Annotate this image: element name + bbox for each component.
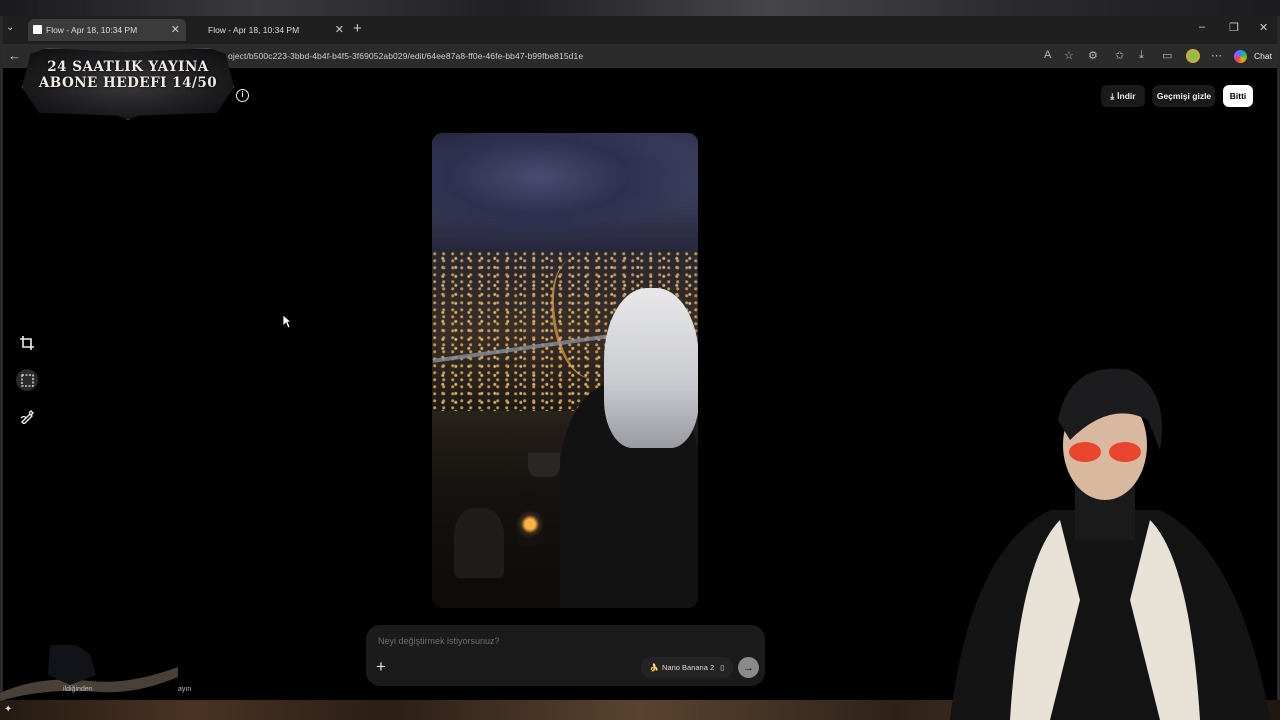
copilot-chat-label[interactable]: Chat: [1254, 51, 1272, 61]
browser-tab-active[interactable]: Flow - Apr 18, 10:34 PM ✕: [28, 19, 186, 41]
send-arrow-button[interactable]: →: [738, 657, 759, 678]
download-label: İndir: [1117, 91, 1136, 101]
image-statue: [454, 508, 504, 578]
address-bar-url[interactable]: oject/b500c223-3bbd-4b4f-b4f5-3f69052ab0…: [228, 51, 583, 61]
mouse-cursor-icon: [282, 314, 292, 329]
image-sky: [432, 133, 698, 243]
minimize-window-icon[interactable]: –: [1199, 21, 1205, 33]
crop-tool-button[interactable]: [16, 332, 38, 354]
model-label: Nano Banana 2: [662, 663, 715, 672]
banner-line-1: 24 SAATLIK YAYINA: [47, 59, 209, 75]
image-person-hair: [604, 288, 698, 448]
banner-line-2: ABONE HEDEFI 14/50: [38, 75, 218, 91]
tab-title: Flow - Apr 18, 10:34 PM: [46, 25, 138, 35]
info-icon[interactable]: i: [236, 89, 249, 102]
restore-window-icon[interactable]: ❐: [1229, 21, 1239, 34]
screenshot-icon[interactable]: ▭: [1162, 49, 1172, 62]
tab-list-chevron-icon[interactable]: ⌄: [6, 22, 14, 33]
page-favicon-icon: [33, 25, 42, 34]
close-tab-icon[interactable]: ✕: [171, 23, 180, 36]
sparkle-icon: ✦: [4, 704, 13, 715]
downloads-icon[interactable]: ⤓: [1139, 49, 1144, 62]
extensions-icon[interactable]: ⚙: [1088, 49, 1098, 62]
image-cup: [528, 453, 560, 477]
crow-caption-left: ildiğinden: [63, 686, 93, 693]
back-arrow-icon[interactable]: ←: [8, 48, 21, 63]
favorites-icon[interactable]: ✩: [1115, 49, 1124, 62]
read-aloud-icon[interactable]: A: [1044, 49, 1051, 61]
select-icon: [20, 373, 34, 387]
crow-caption-right: ayın: [178, 686, 192, 693]
stream-frame-top: [0, 0, 1280, 16]
download-button[interactable]: ⤓ İndir: [1101, 85, 1145, 107]
profile-avatar[interactable]: [1186, 49, 1200, 63]
add-attachment-plus-icon[interactable]: +: [376, 657, 386, 677]
crop-icon: [20, 336, 34, 350]
model-selector[interactable]: 🍌 Nano Banana 2 ▯: [641, 657, 733, 678]
select-tool-button[interactable]: [16, 369, 38, 391]
tab-title: Flow - Apr 18, 10:34 PM: [208, 25, 300, 35]
done-button[interactable]: Bitti: [1223, 85, 1253, 107]
favorite-star-icon[interactable]: ☆: [1064, 49, 1074, 62]
prompt-input[interactable]: Neyi değiştirmek istiyorsunuz?: [378, 636, 500, 646]
streamer-avatar-character: [950, 368, 1270, 720]
close-window-icon[interactable]: ✕: [1259, 21, 1268, 34]
hide-history-button[interactable]: Geçmişi gizle: [1153, 85, 1215, 107]
edited-image[interactable]: [432, 133, 698, 608]
model-chip-icon: ▯: [720, 663, 725, 672]
stream-frame-left: [0, 16, 3, 706]
banana-icon: 🍌: [649, 663, 660, 672]
draw-icon: [20, 410, 34, 424]
copilot-icon[interactable]: [1234, 50, 1247, 63]
image-lantern: [517, 493, 543, 545]
close-tab-icon[interactable]: ✕: [335, 23, 344, 36]
more-options-icon[interactable]: ⋯: [1211, 49, 1222, 62]
draw-tool-button[interactable]: [16, 406, 38, 428]
download-icon: ⤓: [1110, 90, 1115, 101]
browser-tab[interactable]: Flow - Apr 18, 10:34 PM ✕: [190, 19, 350, 41]
new-tab-plus-icon[interactable]: +: [353, 20, 362, 37]
